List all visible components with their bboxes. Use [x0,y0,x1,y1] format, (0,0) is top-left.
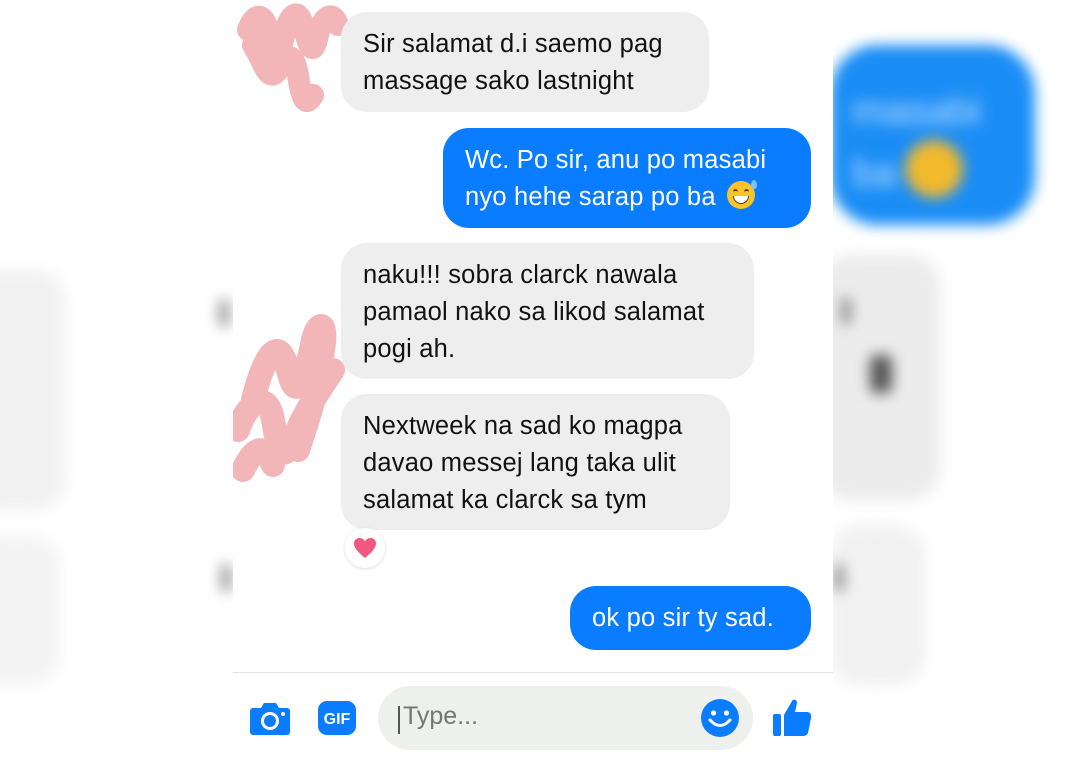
message-text-line: pamaol nako sa likod salamat [363,298,705,326]
message-text-line: Nextweek na sad ko magpa [363,412,683,440]
message-composer: GIF [233,673,833,762]
blurred-incoming-bubble [820,255,940,500]
smiley-icon [701,699,739,737]
emoji-button[interactable] [700,698,740,743]
camera-icon [250,703,290,735]
blurred-text-fragment [870,355,892,393]
message-text-line: pogi ah. [363,335,456,363]
blurred-emoji [905,140,963,198]
like-button[interactable] [771,697,813,744]
blurred-incoming-bubble [0,535,60,685]
incoming-message-bubble[interactable]: Sir salamat d.i saemo pag massage sako l… [341,12,709,112]
blurred-bubble-text: masabi ba [852,89,981,195]
outgoing-message-bubble[interactable]: ok po sir ty sad. [570,586,811,650]
heart-icon [354,538,376,558]
thumbs-up-icon [773,699,812,736]
message-text-line: naku!!! sobra clarck nawala [363,261,678,289]
message-input[interactable] [403,702,683,731]
incoming-message-bubble[interactable]: Nextweek na sad ko magpa davao messej la… [341,394,730,530]
gif-button[interactable]: GIF [317,700,357,741]
gif-label: GIF [324,711,351,728]
blurred-incoming-bubble [0,270,65,510]
message-text-line: salamat ka clarck sa tym [363,486,647,514]
avatar-redaction-scribble [237,3,349,113]
message-reaction[interactable] [345,528,385,568]
text-caret [398,706,400,734]
outgoing-message-bubble[interactable]: Wc. Po sir, anu po masabi nyo hehe sarap… [443,128,811,228]
message-text-line: Sir salamat d.i saemo pag [363,30,663,58]
blurred-text-fragment [220,300,228,326]
message-input-box[interactable] [378,686,753,750]
message-text-line: ok po sir ty sad. [592,604,774,632]
chat-screen: Sir salamat d.i saemo pag massage sako l… [233,0,833,762]
camera-button[interactable] [249,700,291,741]
message-text-line: Wc. Po sir, anu po masabi [465,146,767,174]
grinning-sweat-emoji-icon [727,180,757,209]
blurred-text-fragment [835,565,843,591]
gif-icon: GIF [318,701,356,735]
message-text-line: nyo hehe sarap po ba [465,183,716,211]
message-text-line: davao messej lang taka ulit [363,449,676,477]
blurred-incoming-bubble [830,525,925,685]
message-text-line: massage sako lastnight [363,67,634,95]
incoming-message-bubble[interactable]: naku!!! sobra clarck nawala pamaol nako … [341,243,754,379]
blurred-text-fragment [842,298,850,324]
blurred-text-fragment [222,565,230,591]
blurred-outgoing-bubble [830,45,1035,225]
